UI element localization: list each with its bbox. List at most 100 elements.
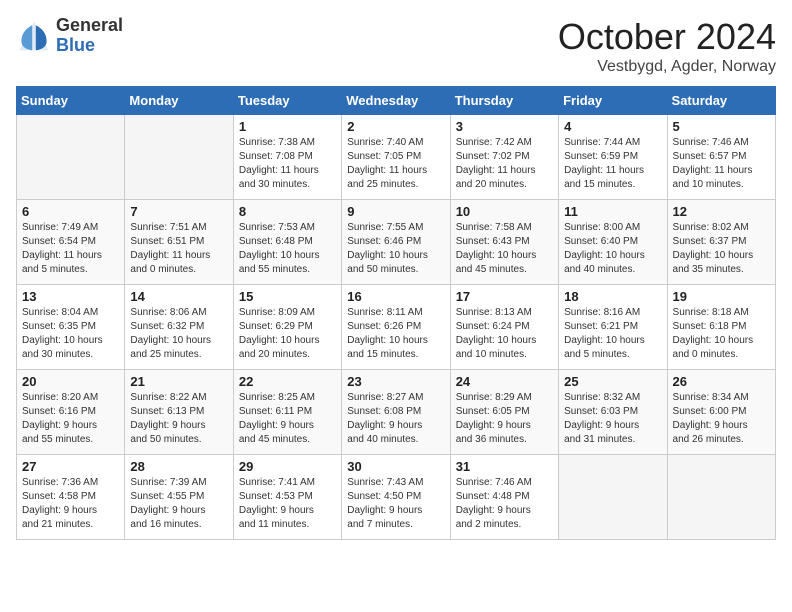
day-info: Sunrise: 7:39 AM Sunset: 4:55 PM Dayligh… [130,476,227,532]
day-info: Sunrise: 7:44 AM Sunset: 6:59 PM Dayligh… [564,136,661,192]
day-info: Sunrise: 7:43 AM Sunset: 4:50 PM Dayligh… [347,476,444,532]
day-number: 26 [673,374,770,389]
calendar-cell: 17 Sunrise: 8:13 AM Sunset: 6:24 PM Dayli… [450,285,558,370]
day-info: Sunrise: 8:04 AM Sunset: 6:35 PM Dayligh… [22,306,119,362]
calendar-cell: 22 Sunrise: 8:25 AM Sunset: 6:11 PM Dayli… [233,370,341,455]
calendar-cell: 20 Sunrise: 8:20 AM Sunset: 6:16 PM Dayli… [17,370,125,455]
day-info: Sunrise: 8:11 AM Sunset: 6:26 PM Dayligh… [347,306,444,362]
weekday-header-tuesday: Tuesday [233,87,341,115]
day-info: Sunrise: 7:53 AM Sunset: 6:48 PM Dayligh… [239,221,336,277]
week-row-4: 20 Sunrise: 8:20 AM Sunset: 6:16 PM Dayli… [17,370,776,455]
calendar-cell: 27 Sunrise: 7:36 AM Sunset: 4:58 PM Dayli… [17,455,125,540]
calendar-cell: 2 Sunrise: 7:40 AM Sunset: 7:05 PM Daylig… [342,115,450,200]
day-number: 2 [347,119,444,134]
calendar-cell: 8 Sunrise: 7:53 AM Sunset: 6:48 PM Daylig… [233,200,341,285]
day-number: 13 [22,289,119,304]
month-title: October 2024 [558,16,776,58]
day-info: Sunrise: 8:06 AM Sunset: 6:32 PM Dayligh… [130,306,227,362]
calendar-cell [559,455,667,540]
day-info: Sunrise: 7:38 AM Sunset: 7:08 PM Dayligh… [239,136,336,192]
week-row-1: 1 Sunrise: 7:38 AM Sunset: 7:08 PM Daylig… [17,115,776,200]
page-header: General Blue October 2024 Vestbygd, Agde… [16,16,776,76]
week-row-2: 6Sunrise: 7:49 AM Sunset: 6:54 PM Daylig… [17,200,776,285]
day-info: Sunrise: 8:20 AM Sunset: 6:16 PM Dayligh… [22,391,119,447]
day-number: 15 [239,289,336,304]
day-number: 27 [22,459,119,474]
day-info: Sunrise: 7:36 AM Sunset: 4:58 PM Dayligh… [22,476,119,532]
day-info: Sunrise: 8:18 AM Sunset: 6:18 PM Dayligh… [673,306,770,362]
day-number: 22 [239,374,336,389]
day-info: Sunrise: 8:16 AM Sunset: 6:21 PM Dayligh… [564,306,661,362]
calendar-cell: 6Sunrise: 7:49 AM Sunset: 6:54 PM Daylig… [17,200,125,285]
calendar-cell: 14 Sunrise: 8:06 AM Sunset: 6:32 PM Dayli… [125,285,233,370]
day-number: 24 [456,374,553,389]
calendar-cell: 16Sunrise: 8:11 AM Sunset: 6:26 PM Dayli… [342,285,450,370]
day-number: 31 [456,459,553,474]
weekday-header-row: SundayMondayTuesdayWednesdayThursdayFrid… [17,87,776,115]
day-info: Sunrise: 7:49 AM Sunset: 6:54 PM Dayligh… [22,221,119,277]
day-number: 10 [456,204,553,219]
calendar-cell: 19 Sunrise: 8:18 AM Sunset: 6:18 PM Dayli… [667,285,775,370]
logo-line2: Blue [56,36,123,56]
day-number: 8 [239,204,336,219]
logo-text: General Blue [56,16,123,56]
day-number: 4 [564,119,661,134]
calendar-table: SundayMondayTuesdayWednesdayThursdayFrid… [16,86,776,540]
calendar-cell: 11 Sunrise: 8:00 AM Sunset: 6:40 PM Dayli… [559,200,667,285]
weekday-header-thursday: Thursday [450,87,558,115]
calendar-cell [125,115,233,200]
logo-line1: General [56,16,123,36]
day-info: Sunrise: 8:27 AM Sunset: 6:08 PM Dayligh… [347,391,444,447]
calendar-cell: 9Sunrise: 7:55 AM Sunset: 6:46 PM Daylig… [342,200,450,285]
day-info: Sunrise: 7:51 AM Sunset: 6:51 PM Dayligh… [130,221,227,277]
day-number: 28 [130,459,227,474]
calendar-cell: 10 Sunrise: 7:58 AM Sunset: 6:43 PM Dayli… [450,200,558,285]
weekday-header-saturday: Saturday [667,87,775,115]
calendar-cell: 7 Sunrise: 7:51 AM Sunset: 6:51 PM Daylig… [125,200,233,285]
day-number: 11 [564,204,661,219]
calendar-cell: 30 Sunrise: 7:43 AM Sunset: 4:50 PM Dayli… [342,455,450,540]
day-number: 14 [130,289,227,304]
calendar-cell: 25Sunrise: 8:32 AM Sunset: 6:03 PM Dayli… [559,370,667,455]
weekday-header-monday: Monday [125,87,233,115]
day-info: Sunrise: 7:40 AM Sunset: 7:05 PM Dayligh… [347,136,444,192]
weekday-header-wednesday: Wednesday [342,87,450,115]
week-row-3: 13 Sunrise: 8:04 AM Sunset: 6:35 PM Dayli… [17,285,776,370]
day-info: Sunrise: 8:29 AM Sunset: 6:05 PM Dayligh… [456,391,553,447]
day-number: 18 [564,289,661,304]
location: Vestbygd, Agder, Norway [558,58,776,76]
calendar-cell: 13 Sunrise: 8:04 AM Sunset: 6:35 PM Dayli… [17,285,125,370]
calendar-cell: 24 Sunrise: 8:29 AM Sunset: 6:05 PM Dayli… [450,370,558,455]
calendar-cell: 4 Sunrise: 7:44 AM Sunset: 6:59 PM Daylig… [559,115,667,200]
day-info: Sunrise: 8:32 AM Sunset: 6:03 PM Dayligh… [564,391,661,447]
calendar-cell: 12 Sunrise: 8:02 AM Sunset: 6:37 PM Dayli… [667,200,775,285]
day-info: Sunrise: 8:22 AM Sunset: 6:13 PM Dayligh… [130,391,227,447]
calendar-cell: 1 Sunrise: 7:38 AM Sunset: 7:08 PM Daylig… [233,115,341,200]
calendar-cell: 15Sunrise: 8:09 AM Sunset: 6:29 PM Dayli… [233,285,341,370]
day-number: 21 [130,374,227,389]
day-info: Sunrise: 7:46 AM Sunset: 4:48 PM Dayligh… [456,476,553,532]
day-number: 1 [239,119,336,134]
day-info: Sunrise: 8:25 AM Sunset: 6:11 PM Dayligh… [239,391,336,447]
calendar-cell: 5Sunrise: 7:46 AM Sunset: 6:57 PM Daylig… [667,115,775,200]
logo: General Blue [16,16,123,56]
day-info: Sunrise: 7:58 AM Sunset: 6:43 PM Dayligh… [456,221,553,277]
calendar-cell [17,115,125,200]
day-info: Sunrise: 7:46 AM Sunset: 6:57 PM Dayligh… [673,136,770,192]
day-number: 12 [673,204,770,219]
day-number: 7 [130,204,227,219]
day-info: Sunrise: 8:13 AM Sunset: 6:24 PM Dayligh… [456,306,553,362]
day-number: 19 [673,289,770,304]
day-info: Sunrise: 7:42 AM Sunset: 7:02 PM Dayligh… [456,136,553,192]
day-info: Sunrise: 8:00 AM Sunset: 6:40 PM Dayligh… [564,221,661,277]
title-section: October 2024 Vestbygd, Agder, Norway [558,16,776,76]
weekday-header-sunday: Sunday [17,87,125,115]
day-number: 23 [347,374,444,389]
calendar-cell: 26Sunrise: 8:34 AM Sunset: 6:00 PM Dayli… [667,370,775,455]
day-number: 17 [456,289,553,304]
calendar-cell [667,455,775,540]
day-number: 30 [347,459,444,474]
week-row-5: 27 Sunrise: 7:36 AM Sunset: 4:58 PM Dayli… [17,455,776,540]
day-number: 20 [22,374,119,389]
day-info: Sunrise: 8:02 AM Sunset: 6:37 PM Dayligh… [673,221,770,277]
